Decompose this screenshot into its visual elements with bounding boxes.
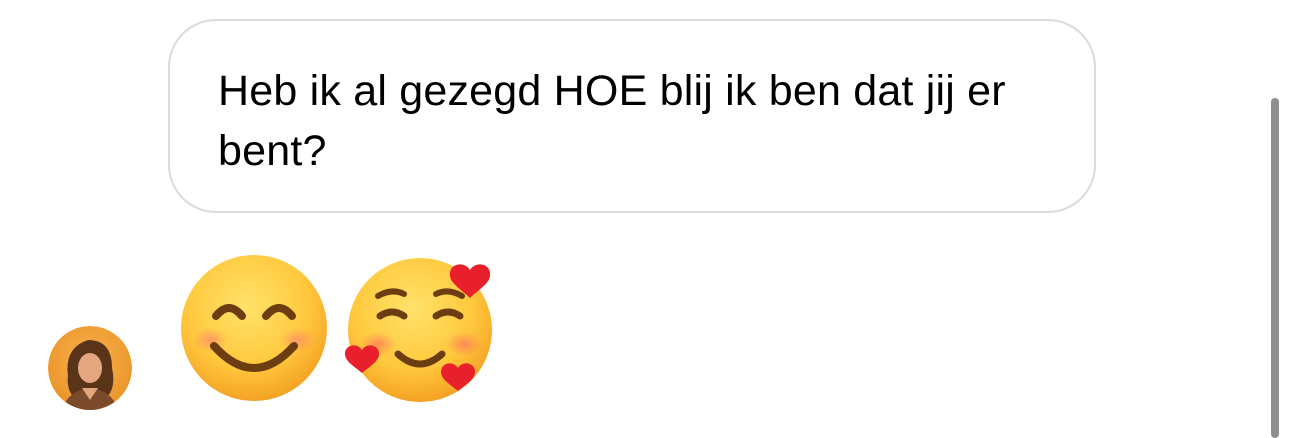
avatar-icon[interactable] (48, 326, 132, 410)
received-message-bubble[interactable]: Heb ik al gezegd HOE blij ik ben dat jij… (168, 19, 1096, 213)
scrollbar[interactable] (1271, 98, 1279, 438)
smiling-face-with-hearts-icon (340, 250, 500, 410)
emoji-message[interactable] (176, 250, 516, 410)
message-thread: Heb ik al gezegd HOE blij ik ben dat jij… (0, 0, 1290, 438)
smiling-face-with-smiling-eyes-icon (176, 250, 336, 410)
message-text: Heb ik al gezegd HOE blij ik ben dat jij… (218, 67, 1006, 175)
